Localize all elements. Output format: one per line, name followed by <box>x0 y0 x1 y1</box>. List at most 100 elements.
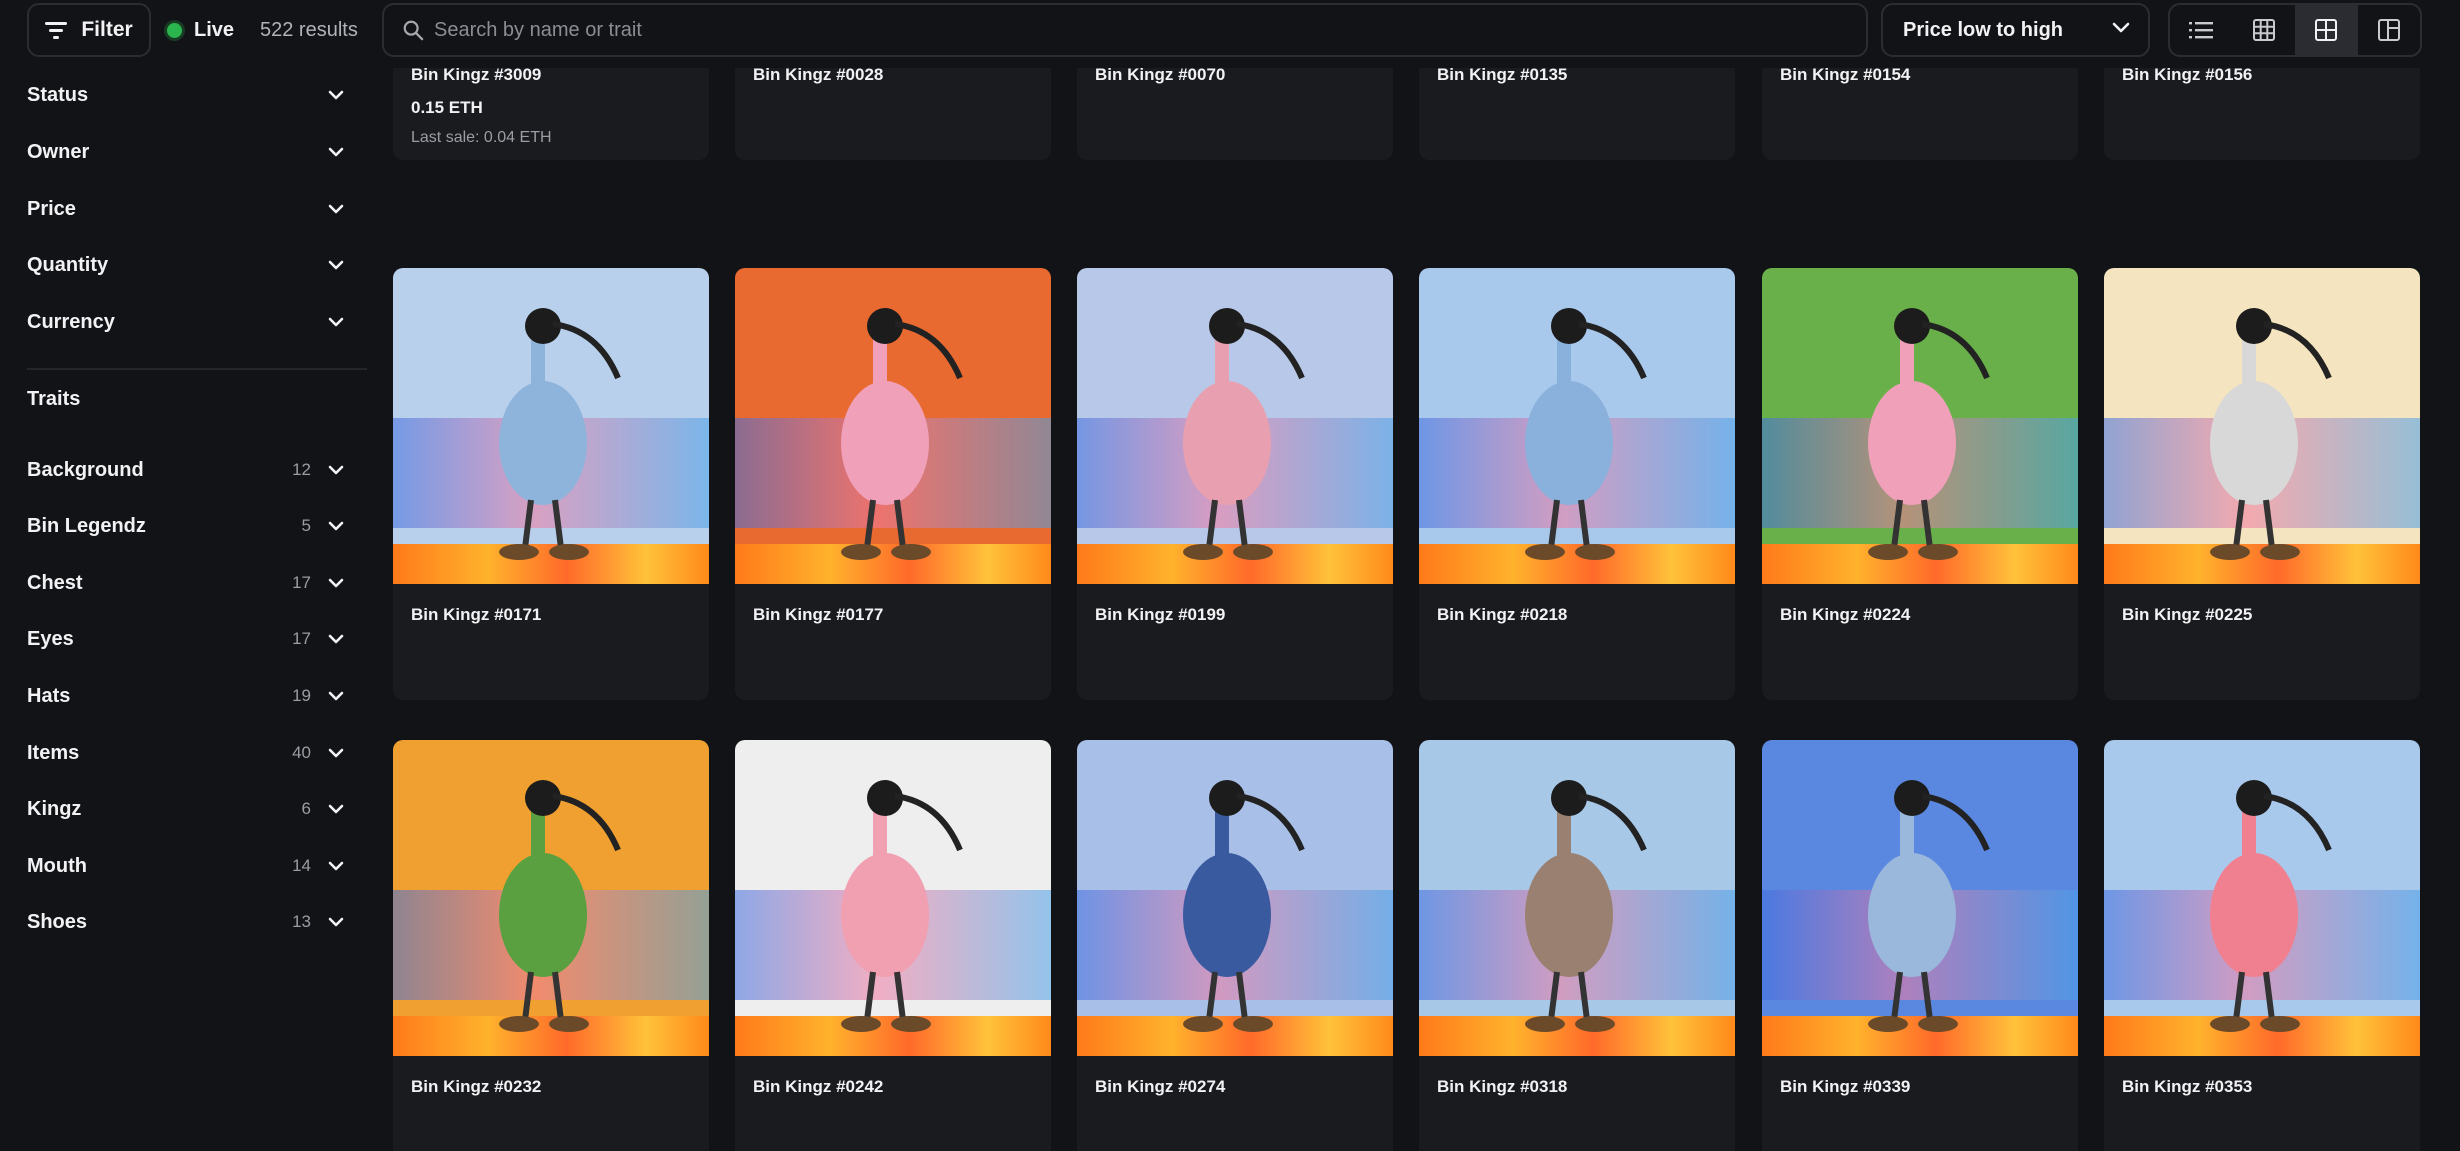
chevron-down-icon <box>328 578 344 588</box>
trait-mouth[interactable]: Mouth 14 <box>27 846 345 886</box>
trait-label: Shoes <box>27 910 88 933</box>
item-card[interactable]: Bin Kingz #0274 <box>1077 740 1393 1151</box>
filter-label: Price <box>27 197 76 220</box>
trait-label: Mouth <box>27 854 87 877</box>
item-card[interactable]: Bin Kingz #0225 <box>2104 268 2420 700</box>
chevron-down-icon <box>328 90 344 100</box>
chevron-down-icon <box>328 465 344 475</box>
small-grid-view-button[interactable] <box>2233 5 2296 55</box>
masonry-view-button[interactable] <box>2358 5 2421 55</box>
item-card[interactable]: Bin Kingz #0242 <box>735 740 1051 1151</box>
sort-dropdown[interactable]: Price low to high <box>1881 3 2150 57</box>
item-name: Bin Kingz #0028 <box>753 68 884 84</box>
trait-label: Background <box>27 458 144 481</box>
filter-price[interactable]: Price <box>27 189 345 229</box>
item-card[interactable]: Bin Kingz #0353 <box>2104 740 2420 1151</box>
trait-eyes[interactable]: Eyes 17 <box>27 619 345 659</box>
item-name: Bin Kingz #0218 <box>1437 605 1568 624</box>
chevron-down-icon <box>328 804 344 814</box>
filter-button[interactable]: Filter <box>27 3 151 57</box>
item-card[interactable]: Bin Kingz #0156 <box>2104 68 2420 160</box>
search-box[interactable] <box>382 3 1868 57</box>
sort-value: Price low to high <box>1903 18 2064 41</box>
trait-count: 5 <box>301 516 311 535</box>
item-card[interactable]: Bin Kingz #0339 <box>1762 740 2078 1151</box>
item-card[interactable]: Bin Kingz #0218 <box>1419 268 1735 700</box>
filter-quantity[interactable]: Quantity <box>27 245 345 285</box>
trait-label: Kingz <box>27 797 82 820</box>
item-card[interactable]: Bin Kingz #0154 <box>1762 68 2078 160</box>
trait-count: 17 <box>292 573 311 592</box>
item-artwork-image <box>1762 268 2078 584</box>
live-dot-icon <box>167 22 182 38</box>
item-card[interactable]: Bin Kingz #0171 <box>393 268 709 700</box>
traits-heading: Traits <box>27 388 81 410</box>
live-label: Live <box>194 18 235 41</box>
item-card[interactable]: Bin Kingz #0177 <box>735 268 1051 700</box>
trait-shoes[interactable]: Shoes 13 <box>27 902 345 942</box>
trait-items[interactable]: Items 40 <box>27 733 345 773</box>
item-card[interactable]: Bin Kingz #0028 <box>735 68 1051 160</box>
trait-bin-legendz[interactable]: Bin Legendz 5 <box>27 506 345 546</box>
item-card[interactable]: Bin Kingz #0224 <box>1762 268 2078 700</box>
item-card[interactable]: Bin Kingz #0070 <box>1077 68 1393 160</box>
sidebar-divider <box>27 368 367 370</box>
item-name: Bin Kingz #0224 <box>1780 605 1911 624</box>
chevron-down-icon <box>328 204 344 214</box>
trait-kingz[interactable]: Kingz 6 <box>27 789 345 829</box>
list-view-button[interactable] <box>2170 5 2233 55</box>
small-grid-icon <box>2252 19 2275 41</box>
item-artwork-image <box>735 740 1051 1056</box>
trait-chest[interactable]: Chest 17 <box>27 563 345 603</box>
large-grid-view-button[interactable] <box>2295 5 2358 55</box>
filter-owner[interactable]: Owner <box>27 132 345 172</box>
item-price: 0.15 ETH <box>411 98 483 117</box>
trait-count: 40 <box>292 743 311 762</box>
item-artwork-image <box>393 740 709 1056</box>
filter-label: Owner <box>27 140 90 163</box>
item-name: Bin Kingz #0177 <box>753 605 884 624</box>
trait-hats[interactable]: Hats 19 <box>27 676 345 716</box>
item-artwork-image <box>1077 740 1393 1056</box>
item-name: Bin Kingz #0353 <box>2122 1077 2253 1096</box>
item-name: Bin Kingz #0154 <box>1780 68 1911 84</box>
trait-count: 19 <box>292 686 311 705</box>
chevron-down-icon <box>328 861 344 871</box>
search-input[interactable] <box>434 5 1834 55</box>
filter-currency[interactable]: Currency <box>27 302 345 342</box>
chevron-down-icon <box>328 748 344 758</box>
item-name: Bin Kingz #0318 <box>1437 1077 1568 1096</box>
item-card[interactable]: Bin Kingz #3009 0.15 ETH Last sale: 0.04 E… <box>393 68 709 160</box>
filter-label: Quantity <box>27 253 109 276</box>
trait-count: 14 <box>292 856 311 875</box>
item-name: Bin Kingz #0339 <box>1780 1077 1911 1096</box>
item-artwork-image <box>2104 268 2420 584</box>
item-name: Bin Kingz #0232 <box>411 1077 542 1096</box>
live-indicator[interactable]: Live <box>167 3 234 57</box>
item-artwork-image <box>393 268 709 584</box>
chevron-down-icon <box>328 634 344 644</box>
item-artwork-image <box>1419 268 1735 584</box>
item-name: Bin Kingz #0225 <box>2122 605 2253 624</box>
item-card[interactable]: Bin Kingz #0199 <box>1077 268 1393 700</box>
item-name: Bin Kingz #0171 <box>411 605 542 624</box>
chevron-down-icon <box>328 317 344 327</box>
list-view-icon <box>2189 22 2214 39</box>
trait-label: Chest <box>27 571 83 594</box>
trait-count: 17 <box>292 629 311 648</box>
view-mode-switcher <box>2168 3 2422 57</box>
item-card[interactable]: Bin Kingz #0232 <box>393 740 709 1151</box>
trait-background[interactable]: Background 12 <box>27 450 345 490</box>
item-artwork-image <box>735 268 1051 584</box>
trait-label: Items <box>27 741 80 764</box>
chevron-down-icon <box>328 521 344 531</box>
results-count: 522 results <box>260 19 358 41</box>
masonry-icon <box>2377 19 2400 41</box>
item-card[interactable]: Bin Kingz #0135 <box>1419 68 1735 160</box>
item-name: Bin Kingz #0135 <box>1437 68 1568 84</box>
item-name: Bin Kingz #0156 <box>2122 68 2253 84</box>
item-card[interactable]: Bin Kingz #0318 <box>1419 740 1735 1151</box>
item-artwork-image <box>1419 740 1735 1056</box>
chevron-down-icon <box>2112 22 2130 33</box>
filter-status[interactable]: Status <box>27 75 345 115</box>
